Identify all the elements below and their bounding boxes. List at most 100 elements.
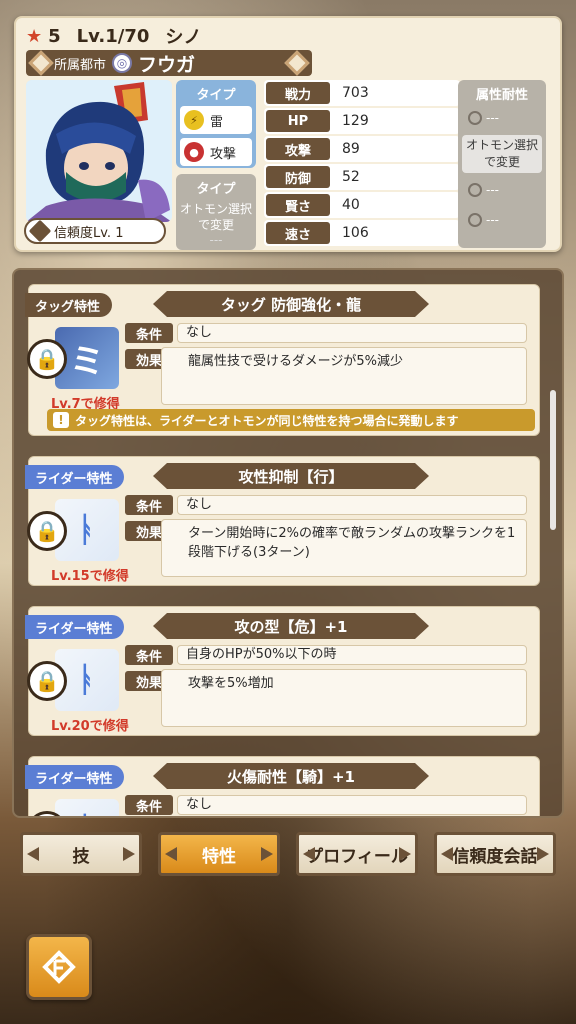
condition-label: 条件 [125, 323, 173, 343]
tag-note: ! タッグ特性は、ライダーとオトモンが同じ特性を持つ場合に発動します [47, 409, 535, 431]
condition-label: 条件 [125, 795, 173, 815]
attack-type-name: 攻撃 [210, 146, 237, 162]
trait-kind: タッグ特性 [35, 299, 101, 315]
stat-row: 速さ 106 [264, 220, 460, 246]
fire-icon [468, 111, 482, 125]
learn-level: Lv.15で修得 [51, 569, 129, 584]
effect-value: ターン開始時に2%の確率で敵ランダムの攻撃ランクを1段階下げる(3ターン) [161, 519, 527, 577]
thunder-icon: ⚡ [184, 110, 204, 130]
trait-kind: ライダー特性 [35, 471, 113, 487]
element-name: 雷 [210, 114, 224, 130]
tab-bar: 技 特性 プロフィール 信頼度会話 [20, 832, 556, 880]
trait-title: 攻性抑制【行】 [153, 463, 429, 489]
condition-value: なし [177, 795, 527, 815]
trait-kind: ライダー特性 [35, 771, 113, 787]
portrait-art [26, 80, 172, 222]
back-button[interactable] [26, 934, 92, 1000]
trait-title: 攻の型【危】+1 [153, 613, 429, 639]
top-line: ★ 5 Lv.1/70 シノ [26, 24, 202, 49]
trait-card: ライダー特性 攻性抑制【行】 ᚭ 🔒 Lv.15で修得 条件 なし 効果 ターン… [25, 456, 540, 586]
condition-value: なし [177, 495, 527, 515]
otomon-type-select: オトモン選択で変更 [180, 202, 253, 232]
trait-title: 火傷耐性【騎】+1 [153, 763, 429, 789]
attack-type-chip: ● 攻撃 [180, 138, 252, 166]
trust-level: 信頼度Lv. 1 [24, 218, 166, 244]
otomon-type-label: タイプ [196, 182, 236, 197]
otomon-type-value: --- [209, 233, 223, 247]
resist-title: 属性耐性 [475, 88, 528, 103]
otomon-type: タイプ オトモン選択で変更 --- [176, 174, 256, 250]
effect-value: 龍属性技で受けるダメージが5%減少 [161, 347, 527, 405]
tag-note-text: タッグ特性は、ライダーとオトモンが同じ特性を持つ場合に発動します [75, 413, 459, 428]
back-arrow-icon [42, 950, 76, 984]
stat-row: 攻撃 89 [264, 136, 460, 162]
resist-value: --- [486, 213, 499, 227]
stat-label: 攻撃 [266, 138, 330, 160]
trait-card: ライダー特性 攻の型【危】+1 ᚭ 🔒 Lv.20で修得 条件 自身のHPが50… [25, 606, 540, 736]
star-icon: ★ [26, 25, 43, 47]
stat-value: 89 [342, 141, 360, 157]
character-name: シノ [165, 27, 202, 48]
trait-kind-badge: ライダー特性 [25, 765, 125, 789]
trait-card: ライダー特性 火傷耐性【騎】+1 ᚭ 🔒 条件 なし [25, 756, 540, 816]
stat-label: HP [266, 110, 330, 132]
stat-label: 速さ [266, 222, 330, 244]
city-emblem-icon: ◎ [112, 53, 133, 73]
trait-kind: ライダー特性 [35, 621, 113, 637]
lock-icon: 🔒 [27, 511, 67, 551]
rider-type: タイプ ⚡ 雷 ● 攻撃 [176, 80, 256, 168]
dragon-icon [468, 213, 482, 227]
stat-label: 防御 [266, 166, 330, 188]
character-portrait[interactable] [26, 80, 172, 222]
effect-value: 攻撃を5%増加 [161, 669, 527, 727]
character-header: ★ 5 Lv.1/70 シノ 所属都市 ◎ フウガ 信頼度Lv. 1 タイプ ⚡… [14, 16, 562, 252]
stat-value: 52 [342, 169, 360, 185]
stat-row: 防御 52 [264, 164, 460, 190]
stat-value: 106 [342, 225, 369, 241]
tab-traits[interactable]: 特性 [158, 832, 280, 876]
trait-card: タッグ特性 タッグ 防御強化・龍 ミ 🔒 Lv.7で修得 条件 なし 効果 龍属… [25, 284, 540, 436]
resist-value: --- [486, 183, 499, 197]
trait-rider-icon: ᚭ [55, 799, 119, 816]
trust-icon [28, 219, 52, 243]
lock-icon: 🔒 [27, 661, 67, 701]
tab-skills[interactable]: 技 [20, 832, 142, 876]
type-column: タイプ ⚡ 雷 ● 攻撃 タイプ オトモン選択で変更 --- [176, 80, 258, 254]
condition-value: なし [177, 323, 527, 343]
resist-row: --- [462, 103, 542, 133]
city-name: フウガ [138, 53, 196, 76]
stat-value: 703 [342, 85, 369, 101]
scrollbar[interactable] [550, 390, 556, 530]
resist-select-text: オトモン選択で変更 [462, 135, 542, 173]
lock-icon: 🔒 [27, 339, 67, 379]
rarity: 5 [48, 25, 61, 47]
trait-kind-badge: タッグ特性 [25, 293, 113, 317]
condition-value: 自身のHPが50%以下の時 [177, 645, 527, 665]
tab-trust-talk[interactable]: 信頼度会話 [434, 832, 556, 876]
traits-panel[interactable]: タッグ特性 タッグ 防御強化・龍 ミ 🔒 Lv.7で修得 条件 なし 効果 龍属… [12, 268, 564, 818]
stat-value: 40 [342, 197, 360, 213]
ice-icon [468, 183, 482, 197]
level: Lv.1/70 [76, 25, 150, 47]
condition-label: 条件 [125, 645, 173, 665]
exclamation-icon: ! [53, 412, 69, 428]
condition-label: 条件 [125, 495, 173, 515]
tab-profile[interactable]: プロフィール [296, 832, 418, 876]
trait-title: タッグ 防御強化・龍 [153, 291, 429, 317]
city-bar: 所属都市 ◎ フウガ [26, 50, 312, 76]
trait-kind-badge: ライダー特性 [25, 615, 125, 639]
city-label: 所属都市 [54, 57, 107, 73]
diamond-icon [28, 50, 54, 76]
stat-row: 戦力 703 [264, 80, 460, 106]
element-resistance: 属性耐性 --- オトモン選択で変更 --- --- [458, 80, 546, 248]
resist-row: --- [462, 175, 542, 205]
trait-kind-badge: ライダー特性 [25, 465, 125, 489]
type-label: タイプ [196, 88, 236, 103]
stat-value: 129 [342, 113, 369, 129]
stats-list: 戦力 703 HP 129 攻撃 89 防御 52 賢さ 40 速さ 106 [264, 80, 460, 248]
stat-row: HP 129 [264, 108, 460, 134]
stat-label: 戦力 [266, 82, 330, 104]
learn-level: Lv.20で修得 [51, 719, 129, 734]
diamond-icon [284, 50, 310, 76]
resist-row: --- [462, 205, 542, 235]
